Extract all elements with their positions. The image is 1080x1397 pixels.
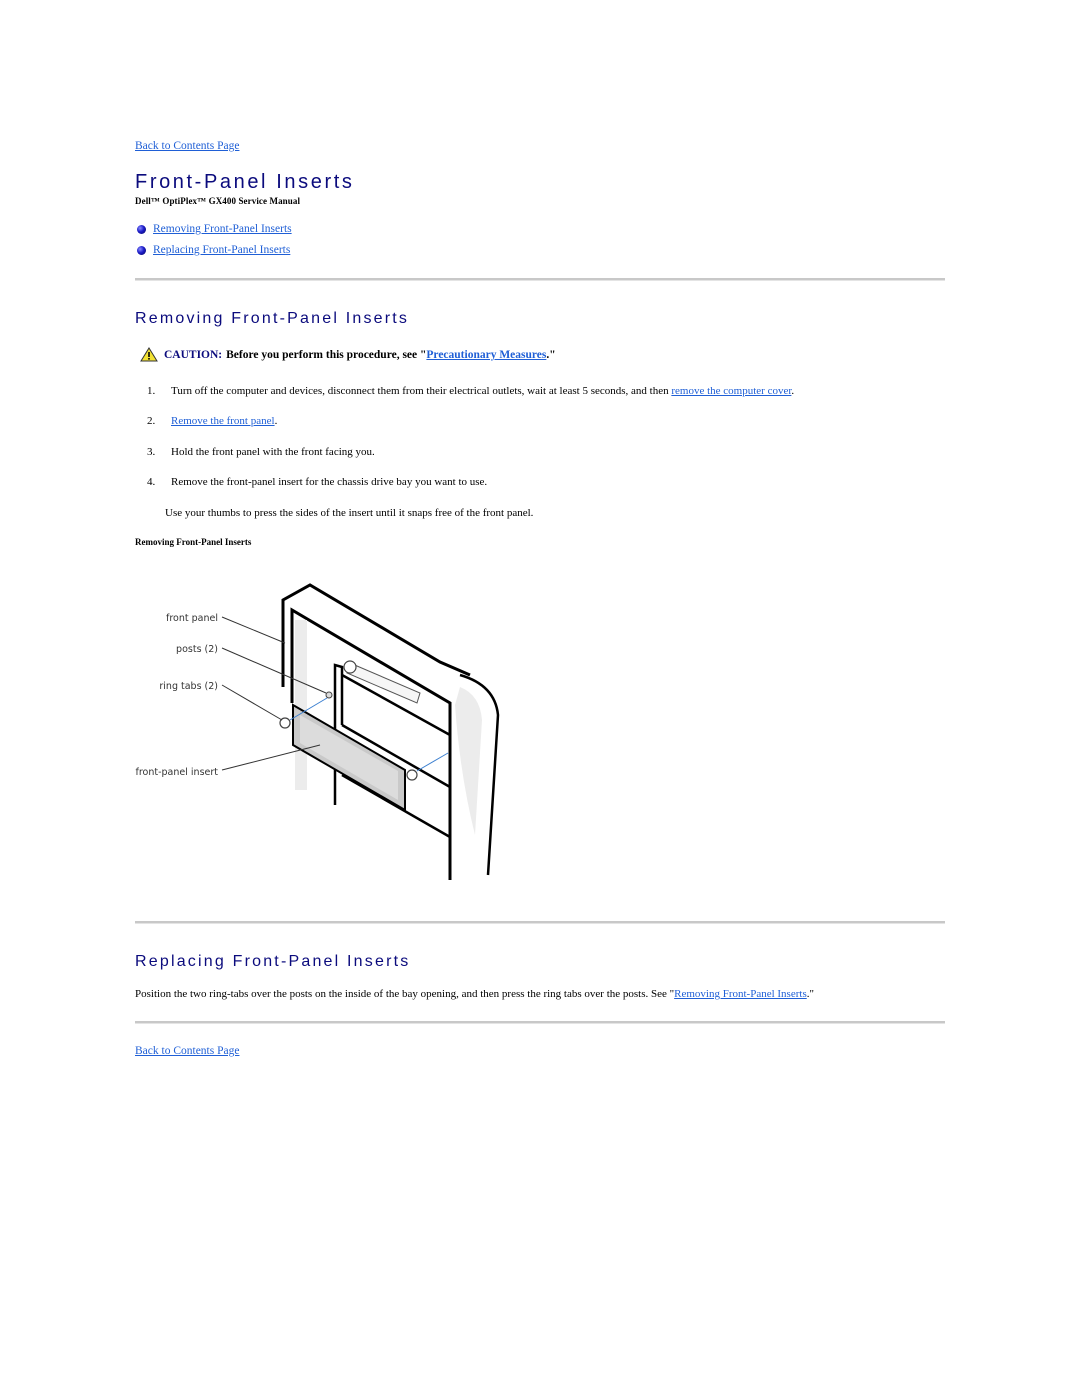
- caution-text-end: .": [546, 348, 556, 361]
- bullet-icon: [137, 245, 146, 255]
- toc-item-replacing: Replacing Front-Panel Inserts: [137, 244, 290, 256]
- caution-label: CAUTION:: [164, 348, 223, 361]
- step-4: 4. Remove the front-panel insert for the…: [147, 476, 487, 488]
- manual-subtitle: Dell™ OptiPlex™ GX400 Service Manual: [135, 196, 301, 206]
- replacing-text: Position the two ring-tabs over the post…: [135, 988, 675, 1000]
- divider: [135, 1021, 945, 1024]
- step-3: 3. Hold the front panel with the front f…: [147, 446, 375, 458]
- toc-link-removing[interactable]: Removing Front-Panel Inserts: [153, 223, 292, 235]
- replacing-paragraph: Position the two ring-tabs over the post…: [135, 988, 814, 1000]
- remove-front-panel-link[interactable]: Remove the front panel: [171, 415, 275, 427]
- caution-notice: CAUTION: Before you perform this procedu…: [140, 347, 556, 362]
- toc-item-removing: Removing Front-Panel Inserts: [137, 223, 292, 235]
- back-to-contents-link-top[interactable]: Back to Contents Page: [135, 140, 239, 152]
- leader-front-panel: [221, 616, 286, 644]
- front-panel-insert-illustration: front panel posts (2) ring tabs (2) fron…: [136, 583, 500, 880]
- leader-posts: [221, 647, 327, 694]
- step-text: Remove the front-panel insert for the ch…: [171, 476, 488, 488]
- page-title: Front-Panel Inserts: [135, 171, 355, 193]
- step-number: 3.: [147, 446, 156, 458]
- step-text: Turn off the computer and devices, disco…: [171, 385, 672, 397]
- step-text: Hold the front panel with the front faci…: [171, 446, 375, 458]
- caution-text: Before you perform this procedure, see ": [226, 348, 427, 361]
- panel-side-shade: [455, 687, 482, 835]
- divider: [135, 278, 945, 281]
- step-punct: .: [274, 415, 278, 427]
- panel-inner-shade: [295, 620, 307, 790]
- figure-caption: Removing Front-Panel Inserts: [135, 537, 252, 547]
- upper-ring-tab: [343, 660, 357, 674]
- step-1: 1. Turn off the computer and devices, di…: [147, 385, 794, 397]
- back-to-contents-link-bottom[interactable]: Back to Contents Page: [135, 1045, 239, 1057]
- section-heading-removing: Removing Front-Panel Inserts: [135, 310, 410, 327]
- step-number: 2.: [147, 415, 156, 427]
- warning-triangle-icon: [140, 347, 158, 362]
- label-ring-tabs: ring tabs (2): [159, 681, 218, 692]
- step-number: 1.: [147, 385, 156, 397]
- step-2: 2. Remove the front panel.: [147, 415, 277, 427]
- replacing-text-end: .": [806, 988, 814, 1000]
- guide-line-right: [416, 752, 449, 772]
- toc-link-replacing[interactable]: Replacing Front-Panel Inserts: [153, 244, 290, 256]
- leader-ring-tabs: [221, 684, 283, 721]
- step-4-note: Use your thumbs to press the sides of th…: [165, 507, 534, 519]
- section-heading-replacing: Replacing Front-Panel Inserts: [135, 953, 411, 970]
- divider: [135, 921, 945, 924]
- step-punct: .: [791, 385, 795, 397]
- ring-tab-right: [406, 769, 418, 781]
- removing-inserts-link[interactable]: Removing Front-Panel Inserts: [674, 988, 807, 1000]
- bullet-icon: [137, 224, 146, 234]
- step-number: 4.: [147, 476, 156, 488]
- remove-computer-cover-link[interactable]: remove the computer cover: [671, 385, 791, 397]
- post: [325, 691, 333, 699]
- label-front-panel-insert: front-panel insert: [136, 767, 219, 778]
- label-posts: posts (2): [176, 644, 218, 655]
- label-front-panel: front panel: [166, 613, 218, 624]
- panel-outer-edge: [281, 583, 471, 687]
- precautionary-measures-link[interactable]: Precautionary Measures: [426, 349, 546, 361]
